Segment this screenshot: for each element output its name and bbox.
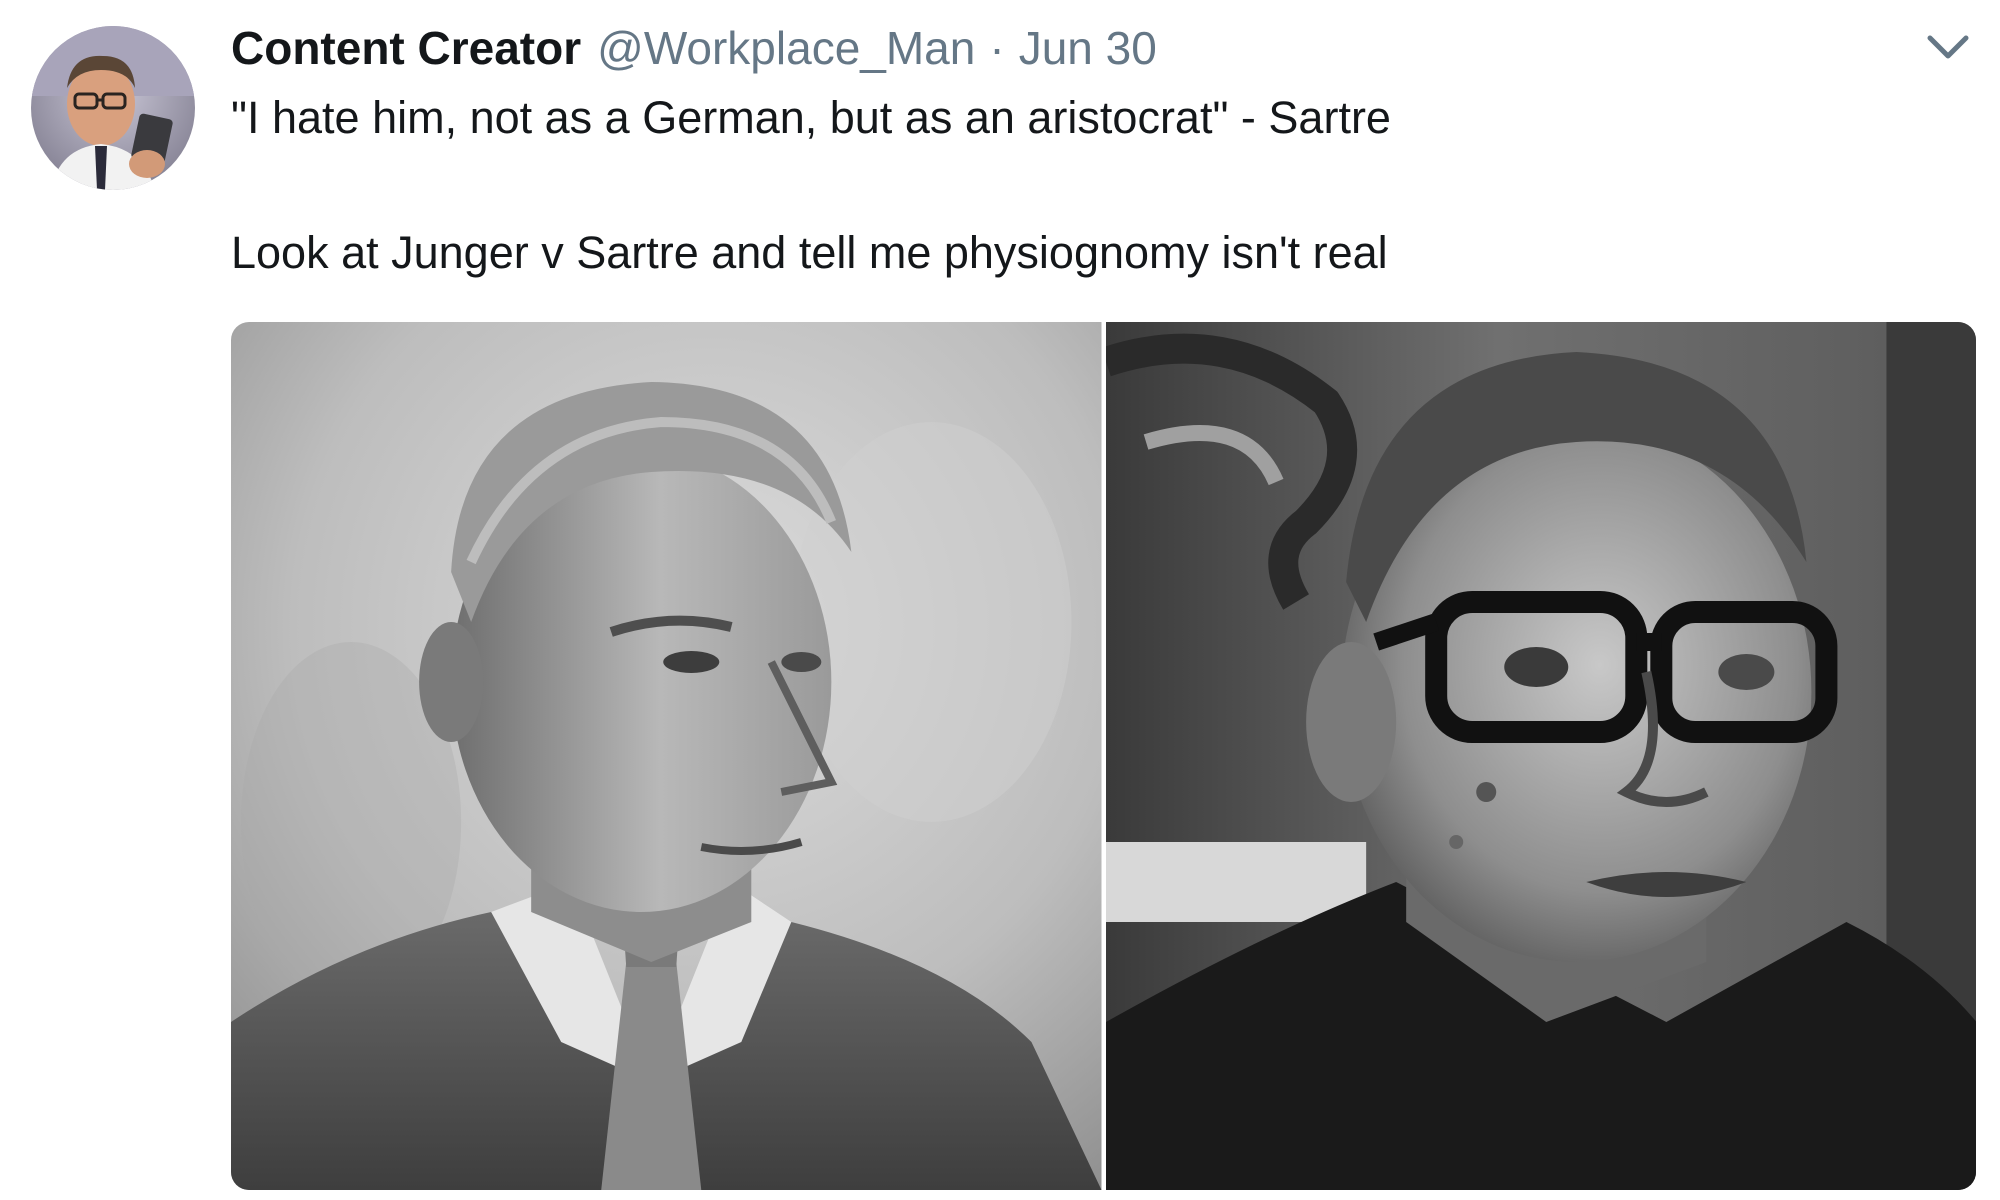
avatar-image: [31, 26, 195, 190]
tweet[interactable]: Content Creator @Workplace_Man · Jun 30 …: [0, 0, 2000, 1200]
tweet-timestamp[interactable]: Jun 30: [1019, 21, 1157, 75]
photo-right[interactable]: [1105, 322, 1976, 1190]
author-display-name[interactable]: Content Creator: [231, 21, 581, 75]
header-separator: ·: [989, 22, 1005, 74]
author-handle[interactable]: @Workplace_Man: [597, 21, 975, 75]
chevron-down-icon[interactable]: [1920, 28, 1976, 68]
tweet-text-line: "I hate him, not as a German, but as an …: [231, 92, 1391, 143]
tweet-header: Content Creator @Workplace_Man · Jun 30: [231, 18, 1157, 78]
user-avatar[interactable]: [31, 26, 195, 190]
portrait-photo: [1105, 322, 1976, 1190]
tweet-text-line: Look at Junger v Sartre and tell me phys…: [231, 227, 1388, 278]
photo-left[interactable]: [231, 322, 1102, 1190]
tweet-text: "I hate him, not as a German, but as an …: [231, 88, 1931, 283]
portrait-photo: [231, 322, 1102, 1190]
media-grid: [231, 322, 1976, 1190]
